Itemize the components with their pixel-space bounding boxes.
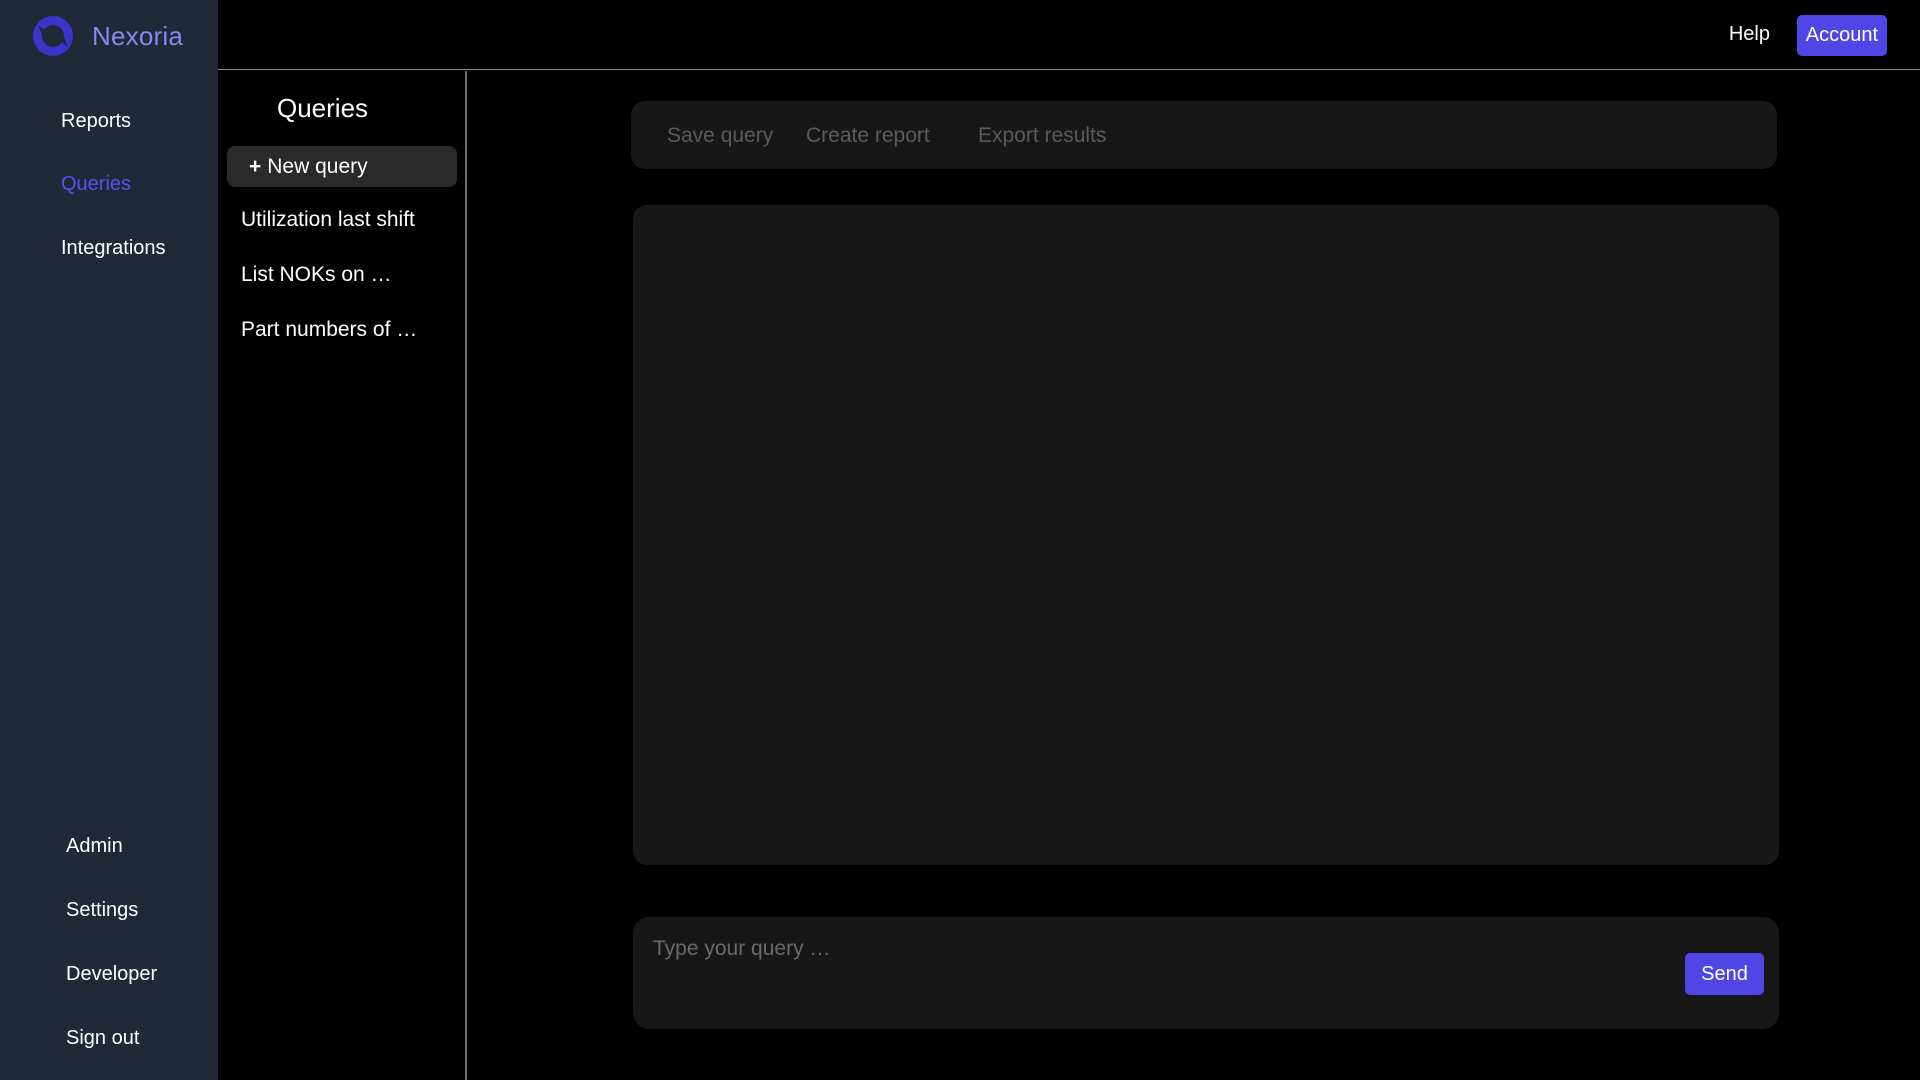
new-query-button[interactable]: + New query — [227, 146, 457, 187]
results-area — [633, 205, 1779, 865]
sidebar-item-sign-out[interactable]: Sign out — [66, 1027, 139, 1050]
plus-icon: + — [249, 155, 262, 178]
top-header: Help Account — [218, 0, 1920, 70]
brand-name: Nexoria — [92, 20, 183, 51]
sidebar: Nexoria Reports Queries Integrations Adm… — [0, 0, 218, 1080]
query-input[interactable] — [653, 929, 1653, 969]
panel-title: Queries — [277, 93, 369, 123]
help-link[interactable]: Help — [1729, 23, 1770, 46]
query-item[interactable]: List NOKs on … — [241, 263, 392, 287]
sidebar-item-developer[interactable]: Developer — [66, 963, 157, 986]
app-window: Nexoria Reports Queries Integrations Adm… — [0, 0, 1920, 1080]
queries-panel: Queries + New query Utilization last shif… — [218, 71, 467, 1080]
sidebar-item-reports[interactable]: Reports — [61, 110, 131, 133]
new-query-label: New query — [267, 155, 368, 178]
sidebar-item-admin[interactable]: Admin — [66, 835, 123, 858]
account-button[interactable]: Account — [1796, 15, 1887, 56]
query-item[interactable]: Utilization last shift — [241, 208, 415, 232]
brand[interactable]: Nexoria — [32, 14, 183, 58]
sidebar-item-settings[interactable]: Settings — [66, 899, 138, 922]
export-results-button[interactable]: Export results — [978, 124, 1106, 148]
sidebar-item-queries[interactable]: Queries — [61, 173, 131, 196]
create-report-button[interactable]: Create report — [806, 124, 930, 148]
query-composer: Send — [633, 917, 1779, 1029]
query-toolbar: Save query Create report Export results — [631, 101, 1777, 169]
sidebar-item-integrations[interactable]: Integrations — [61, 237, 166, 260]
save-query-button[interactable]: Save query — [667, 124, 773, 148]
query-item[interactable]: Part numbers of … — [241, 318, 417, 342]
nexoria-logo-icon — [33, 16, 73, 56]
send-button[interactable]: Send — [1685, 953, 1764, 995]
